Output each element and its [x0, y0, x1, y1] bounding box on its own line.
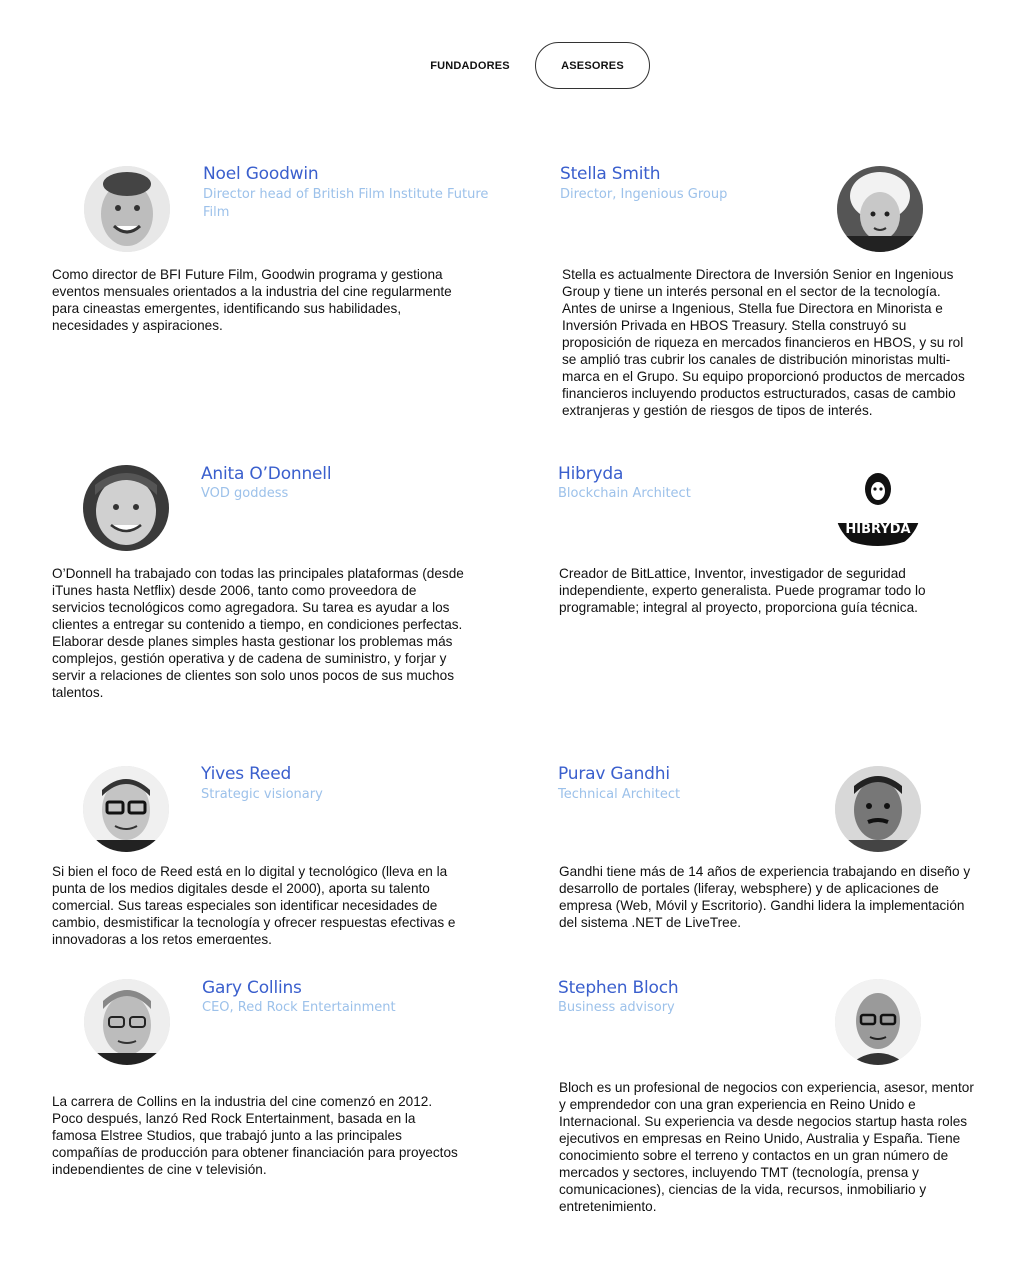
advisor-name: Hibryda: [558, 464, 624, 484]
advisor-bio: Bloch es un profesional de negocios con …: [559, 1080, 974, 1214]
avatar-purav-gandhi: [835, 766, 921, 852]
tab-asesores[interactable]: ASESORES: [535, 42, 650, 89]
advisor-bio: La carrera de Collins en la industria de…: [52, 1094, 458, 1174]
avatar-yives-reed: [83, 766, 169, 852]
avatar-stella-smith: [837, 166, 923, 252]
advisor-role: Director head of British Film Institute …: [203, 187, 489, 220]
advisor-role: Technical Architect: [558, 787, 681, 802]
advisor-role: Director, Ingenious Group: [560, 187, 728, 202]
advisor-bio: Si bien el foco de Reed está en lo digit…: [52, 864, 456, 944]
advisor-bio: Stella es actualmente Directora de Inver…: [562, 267, 965, 418]
advisor-role: Strategic visionary: [201, 787, 323, 802]
advisor-name: Stephen Bloch: [558, 978, 679, 998]
advisor-name: Yives Reed: [201, 764, 292, 784]
advisor-role: VOD goddess: [201, 486, 289, 501]
advisor-bio: O’Donnell ha trabajado con todas las pri…: [52, 566, 464, 700]
advisor-role: Blockchain Architect: [558, 486, 691, 501]
avatar-stephen-bloch: [835, 979, 921, 1065]
advisor-name: Stella Smith: [560, 164, 661, 184]
avatar-noel-goodwin: [84, 166, 170, 252]
advisor-name: Gary Collins: [202, 978, 302, 998]
advisor-tabs: FUNDADORES ASESORES: [0, 42, 1014, 89]
advisor-bio: Como director de BFI Future Film, Goodwi…: [52, 267, 452, 333]
advisor-name: Purav Gandhi: [558, 764, 670, 784]
advisor-name: Noel Goodwin: [203, 164, 319, 184]
advisor-role: CEO, Red Rock Entertainment: [202, 1000, 396, 1015]
hibryda-logo: HIBRYDA: [835, 465, 921, 551]
svg-text:HIBRYDA: HIBRYDA: [845, 522, 910, 537]
advisor-name: Anita O’Donnell: [201, 464, 332, 484]
advisor-bio: Creador de BitLattice, Inventor, investi…: [559, 566, 926, 615]
avatar-anita-odonnell: [83, 465, 169, 551]
tab-fundadores[interactable]: FUNDADORES: [410, 42, 530, 89]
advisor-bio: Gandhi tiene más de 14 años de experienc…: [559, 864, 971, 930]
avatar-gary-collins: [84, 979, 170, 1065]
advisor-role: Business advisory: [558, 1000, 675, 1015]
